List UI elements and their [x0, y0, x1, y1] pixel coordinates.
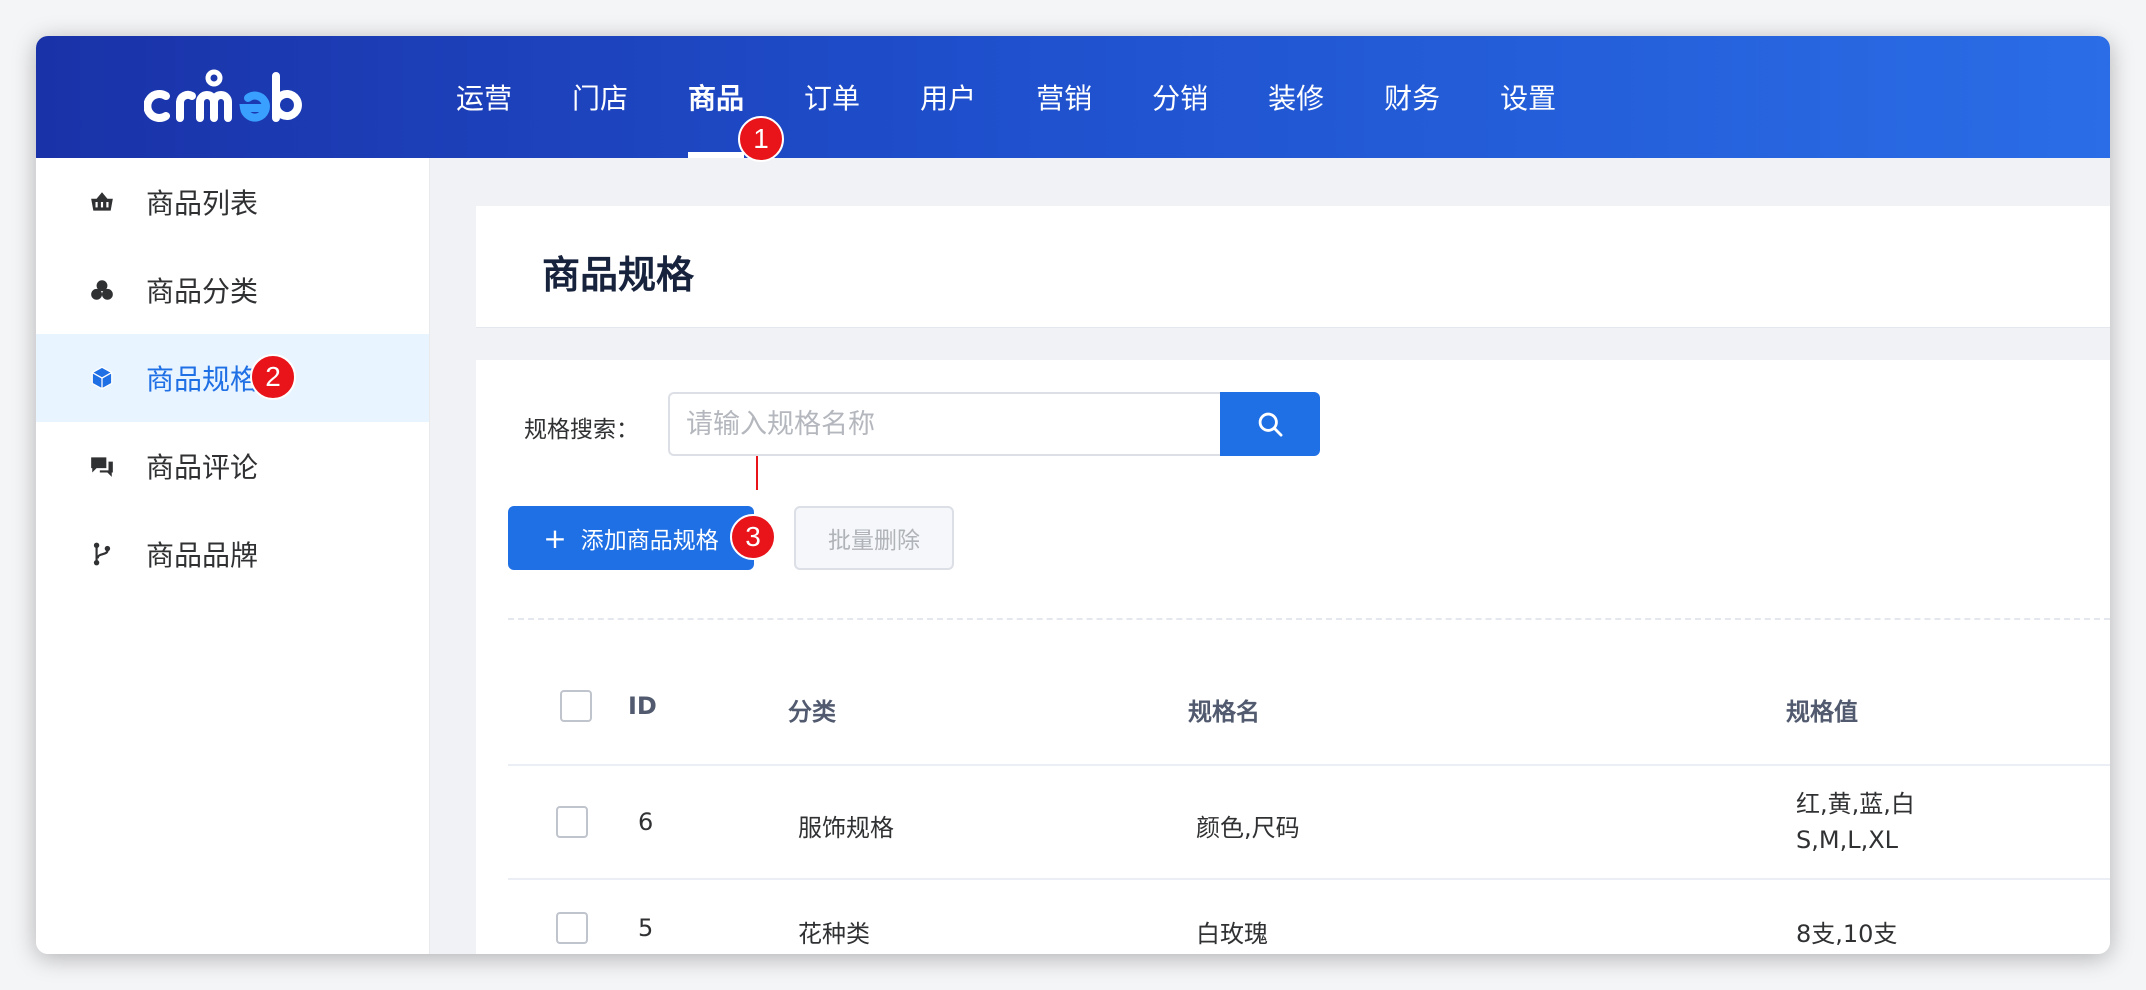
sidebar-item-label: 商品品牌: [146, 539, 259, 572]
search-label: 规格搜索：: [524, 417, 639, 443]
spec-value-line: 红,黄,蓝,白: [1796, 790, 1915, 818]
select-all-checkbox[interactable]: [560, 690, 592, 722]
main-content: 商品规格 规格搜索： + 添加商品规格 3 批量删除 ID 分类 规格名: [430, 158, 2110, 954]
nav-item-distribution[interactable]: 分销: [1122, 36, 1238, 158]
search-button[interactable]: [1220, 392, 1320, 456]
cell-spec-name: 颜色,尺码: [1196, 814, 1300, 842]
spec-value-line: S,M,L,XL: [1796, 826, 1899, 854]
page-title: 商品规格: [542, 253, 695, 297]
nav-item-finance[interactable]: 财务: [1354, 36, 1470, 158]
cluster-icon: [88, 276, 116, 304]
cell-spec-values: 红,黄,蓝,白 S,M,L,XL: [1796, 786, 1915, 858]
table-header: ID 分类 规格名 规格值: [508, 648, 2110, 766]
cell-category: 花种类: [798, 920, 870, 948]
search-icon: [1258, 412, 1283, 437]
sidebar-item-label: 商品评论: [146, 451, 259, 484]
step-marker-2: 2: [250, 354, 296, 400]
spec-table: ID 分类 规格名 规格值 6 服饰规格 颜色,尺码 红,黄,蓝,白 S,M,L…: [508, 648, 2110, 954]
column-header-category: 分类: [788, 698, 836, 726]
branch-icon: [88, 540, 116, 568]
row-checkbox[interactable]: [556, 912, 588, 944]
cell-id: 5: [638, 914, 654, 942]
cell-category: 服饰规格: [798, 814, 894, 842]
column-header-values: 规格值: [1786, 698, 1858, 726]
sidebar-item-label: 商品列表: [146, 187, 259, 220]
cell-spec-name: 白玫瑰: [1196, 920, 1268, 948]
top-nav: 运营 门店 商品 订单 用户 营销 分销 装修 财务 设置: [426, 36, 1586, 158]
step-marker-1: 1: [738, 116, 784, 162]
sidebar-item-label: 商品规格: [146, 363, 259, 396]
basket-icon: [88, 188, 116, 216]
sidebar-item-product-brand[interactable]: 商品品牌: [36, 510, 429, 598]
sidebar-item-label: 商品分类: [146, 275, 259, 308]
nav-item-decoration[interactable]: 装修: [1238, 36, 1354, 158]
add-spec-button[interactable]: + 添加商品规格: [508, 506, 754, 570]
table-row[interactable]: 6 服饰规格 颜色,尺码 红,黄,蓝,白 S,M,L,XL: [508, 766, 2110, 880]
nav-item-marketing[interactable]: 营销: [1006, 36, 1122, 158]
nav-item-operations[interactable]: 运营: [426, 36, 542, 158]
nav-item-orders[interactable]: 订单: [774, 36, 890, 158]
crmeb-logo[interactable]: [144, 62, 320, 132]
sidebar-item-product-list[interactable]: 商品列表: [36, 158, 429, 246]
app-window: 运营 门店 商品 订单 用户 营销 分销 装修 财务 设置 1 商品列表 商品分…: [36, 36, 2110, 954]
sidebar: 商品列表 商品分类 商品规格 2 商品评论 商品品牌: [36, 158, 430, 954]
step-marker-3: 3: [730, 514, 776, 560]
search-input[interactable]: [668, 392, 1220, 456]
logo-icon: [144, 69, 302, 122]
row-checkbox[interactable]: [556, 806, 588, 838]
cell-spec-values: 8支,10支: [1796, 920, 1898, 948]
comments-icon: [88, 452, 116, 480]
sidebar-item-product-comments[interactable]: 商品评论: [36, 422, 429, 510]
nav-item-users[interactable]: 用户: [890, 36, 1006, 158]
batch-delete-button[interactable]: 批量删除: [794, 506, 954, 570]
column-header-name: 规格名: [1188, 698, 1260, 726]
divider: [508, 618, 2110, 620]
content-card: 规格搜索： + 添加商品规格 3 批量删除 ID 分类 规格名 规格值: [476, 360, 2110, 954]
sidebar-item-product-category[interactable]: 商品分类: [36, 246, 429, 334]
cube-icon: [88, 364, 116, 392]
cell-id: 6: [638, 808, 654, 836]
top-nav-bar: 运营 门店 商品 订单 用户 营销 分销 装修 财务 设置 1: [36, 36, 2110, 162]
plus-icon: +: [543, 521, 567, 555]
annotation-line: [756, 456, 758, 490]
sidebar-item-product-spec[interactable]: 商品规格 2: [36, 334, 429, 422]
nav-item-stores[interactable]: 门店: [542, 36, 658, 158]
nav-item-settings[interactable]: 设置: [1470, 36, 1586, 158]
page-header: 商品规格: [476, 206, 2110, 328]
add-spec-label: 添加商品规格: [580, 528, 719, 554]
table-row[interactable]: 5 花种类 白玫瑰 8支,10支: [508, 880, 2110, 954]
column-header-id: ID: [628, 692, 657, 720]
